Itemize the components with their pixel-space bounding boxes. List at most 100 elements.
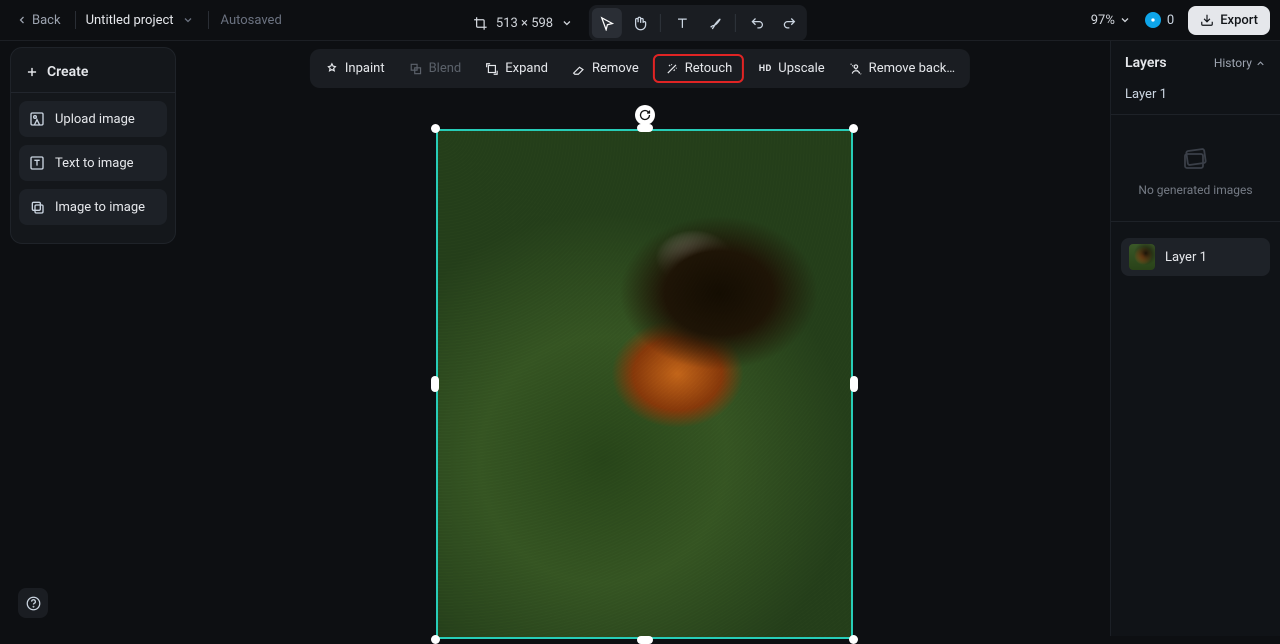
top-right-controls: 97% 0 Export [1091, 6, 1270, 35]
chevron-down-icon [561, 17, 573, 29]
layers-title: Layers [1125, 55, 1167, 71]
layer-label: Layer 1 [1165, 250, 1207, 265]
hand-icon [632, 16, 647, 31]
text-to-image-icon [29, 155, 45, 171]
create-header: Create [19, 58, 167, 92]
pointer-tool-group [589, 5, 807, 41]
resize-handle-b[interactable] [637, 636, 653, 644]
blend-icon [409, 62, 423, 76]
text-icon [675, 16, 690, 31]
retouch-icon [665, 62, 679, 76]
divider [660, 14, 661, 32]
brush-icon [707, 16, 722, 31]
resize-handle-tr[interactable] [849, 124, 858, 133]
credits-icon [1145, 12, 1161, 28]
divider [1111, 114, 1280, 115]
redo-button[interactable] [774, 8, 804, 38]
divider [75, 11, 76, 29]
resize-handle-br[interactable] [849, 635, 858, 644]
inpaint-button[interactable]: Inpaint [315, 54, 395, 83]
divider [208, 11, 209, 29]
canvas-image[interactable] [436, 129, 853, 639]
context-toolbar: Inpaint Blend Expand Remove Retouch HD U… [310, 49, 970, 88]
zoom-value: 97% [1091, 13, 1115, 28]
blend-label: Blend [429, 61, 462, 76]
layers-header: Layers History [1111, 41, 1280, 81]
remove-button[interactable]: Remove [562, 54, 649, 83]
history-label: History [1214, 56, 1252, 70]
select-tool[interactable] [592, 8, 622, 38]
layer-row[interactable]: Layer 1 [1121, 238, 1270, 276]
image-noise-overlay [438, 131, 851, 637]
expand-label: Expand [505, 61, 548, 76]
create-panel: Create Upload image Text to image Image … [10, 47, 176, 244]
resize-handle-l[interactable] [431, 376, 439, 392]
back-button[interactable]: Back [10, 9, 67, 32]
cursor-icon [600, 16, 615, 31]
rotate-handle[interactable] [635, 105, 655, 125]
credits-button[interactable]: 0 [1141, 9, 1178, 31]
retouch-button[interactable]: Retouch [653, 54, 745, 83]
resize-handle-t[interactable] [637, 124, 653, 132]
remove-background-button[interactable]: Remove back… [839, 54, 965, 83]
download-icon [1200, 13, 1214, 27]
image-to-image-label: Image to image [55, 200, 145, 215]
undo-icon [750, 16, 765, 31]
chevron-up-icon [1255, 58, 1266, 69]
credits-value: 0 [1167, 13, 1174, 28]
project-name[interactable]: Untitled project [84, 9, 176, 32]
expand-icon [485, 62, 499, 76]
hand-tool[interactable] [624, 8, 654, 38]
resize-handle-tl[interactable] [431, 124, 440, 133]
dimensions-control[interactable]: 513 × 598 [473, 16, 573, 31]
no-generated-text: No generated images [1125, 183, 1266, 197]
text-to-image-button[interactable]: Text to image [19, 145, 167, 181]
chevron-down-icon [1119, 14, 1131, 26]
export-button[interactable]: Export [1188, 6, 1270, 35]
dimensions-text: 513 × 598 [496, 16, 553, 31]
redo-icon [782, 16, 797, 31]
text-tool[interactable] [667, 8, 697, 38]
resize-handle-bl[interactable] [431, 635, 440, 644]
upload-image-button[interactable]: Upload image [19, 101, 167, 137]
help-icon [26, 596, 41, 611]
history-toggle[interactable]: History [1214, 56, 1266, 70]
upload-image-icon [29, 111, 45, 127]
upload-image-label: Upload image [55, 112, 135, 127]
undo-button[interactable] [742, 8, 772, 38]
image-to-image-icon [29, 199, 45, 215]
inpaint-label: Inpaint [345, 61, 385, 76]
remove-label: Remove [592, 61, 639, 76]
images-stack-icon [1179, 147, 1213, 173]
remove-bg-icon [849, 62, 863, 76]
blend-button: Blend [399, 54, 472, 83]
chevron-left-icon [16, 14, 28, 26]
export-label: Export [1220, 13, 1258, 28]
zoom-control[interactable]: 97% [1091, 13, 1131, 28]
image-to-image-button[interactable]: Image to image [19, 189, 167, 225]
crop-icon [473, 16, 488, 31]
expand-button[interactable]: Expand [475, 54, 558, 83]
plus-icon [25, 65, 39, 79]
project-chevron-icon[interactable] [182, 14, 194, 26]
main-area: Create Upload image Text to image Image … [0, 41, 1280, 636]
layer-thumbnail [1129, 244, 1155, 270]
top-center-tools: 513 × 598 [473, 5, 807, 41]
canvas-selection[interactable] [436, 129, 853, 639]
selected-layer-name[interactable]: Layer 1 [1111, 81, 1280, 112]
autosave-status: Autosaved [221, 13, 282, 28]
resize-handle-r[interactable] [850, 376, 858, 392]
help-button[interactable] [18, 588, 48, 618]
text-to-image-label: Text to image [55, 156, 134, 171]
remove-bg-label: Remove back… [869, 61, 955, 76]
create-label: Create [47, 64, 88, 80]
back-label: Back [32, 13, 61, 28]
upscale-button[interactable]: HD Upscale [748, 54, 834, 83]
eraser-icon [572, 62, 586, 76]
upscale-label: Upscale [778, 61, 824, 76]
divider [735, 14, 736, 32]
rotate-icon [639, 109, 651, 121]
top-bar: Back Untitled project Autosaved 513 × 59… [0, 0, 1280, 41]
brush-tool[interactable] [699, 8, 729, 38]
divider [1111, 221, 1280, 222]
